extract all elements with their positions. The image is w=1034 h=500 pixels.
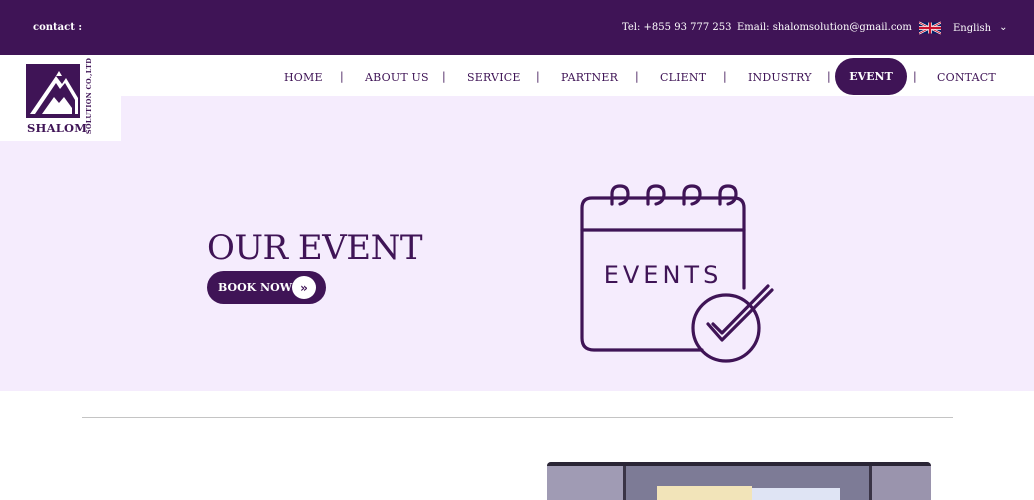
book-now-button[interactable]: BOOK NOW » — [207, 271, 326, 304]
phone-link[interactable]: Tel: +855 93 777 253 — [622, 22, 731, 33]
mountain-logo-icon — [26, 64, 80, 118]
email-link[interactable]: Email: shalomsolution@gmail.com — [737, 22, 912, 33]
nav-separator: | — [442, 70, 446, 83]
section-divider — [82, 417, 953, 418]
logo-subtitle-text: SOLUTION CO.,LTD — [85, 57, 93, 135]
contact-label: contact : — [33, 22, 83, 33]
nav-separator: | — [536, 70, 540, 83]
chevron-down-icon: ⌄ — [999, 22, 1008, 33]
logo-name: SHALOM — [27, 121, 88, 135]
nav-service[interactable]: SERVICE — [467, 71, 521, 84]
book-now-label: BOOK NOW — [218, 281, 293, 294]
nav-separator: | — [635, 70, 639, 83]
nav-separator: | — [340, 70, 344, 83]
nav-industry[interactable]: INDUSTRY — [748, 71, 812, 84]
top-contact-bar: contact : Tel: +855 93 777 253 Email: sh… — [0, 0, 1034, 55]
main-navbar: HOME | ABOUT US | SERVICE | PARTNER | CL… — [0, 55, 1034, 96]
uk-flag-icon — [919, 21, 941, 35]
nav-home[interactable]: HOME — [284, 71, 323, 84]
nav-contact[interactable]: CONTACT — [937, 71, 996, 84]
events-illustration-text: EVENTS — [604, 261, 723, 289]
nav-event-active[interactable]: EVENT — [835, 58, 907, 95]
event-photo — [547, 462, 931, 500]
double-chevron-right-icon: » — [292, 276, 316, 299]
nav-client[interactable]: CLIENT — [660, 71, 706, 84]
hero-section — [0, 96, 1034, 391]
language-selector[interactable]: English ⌄ — [919, 19, 1008, 37]
nav-separator: | — [723, 70, 727, 83]
nav-separator: | — [827, 70, 831, 83]
nav-about-us[interactable]: ABOUT US — [365, 71, 429, 84]
language-label: English — [953, 22, 992, 34]
nav-separator: | — [913, 70, 917, 83]
nav-partner[interactable]: PARTNER — [561, 71, 618, 84]
site-logo[interactable]: SHALOM SOLUTION CO.,LTD — [0, 55, 121, 141]
calendar-check-icon: EVENTS — [580, 184, 774, 363]
logo-subtitle: SOLUTION CO.,LTD — [83, 58, 95, 134]
page-title: OUR EVENT — [207, 228, 423, 268]
